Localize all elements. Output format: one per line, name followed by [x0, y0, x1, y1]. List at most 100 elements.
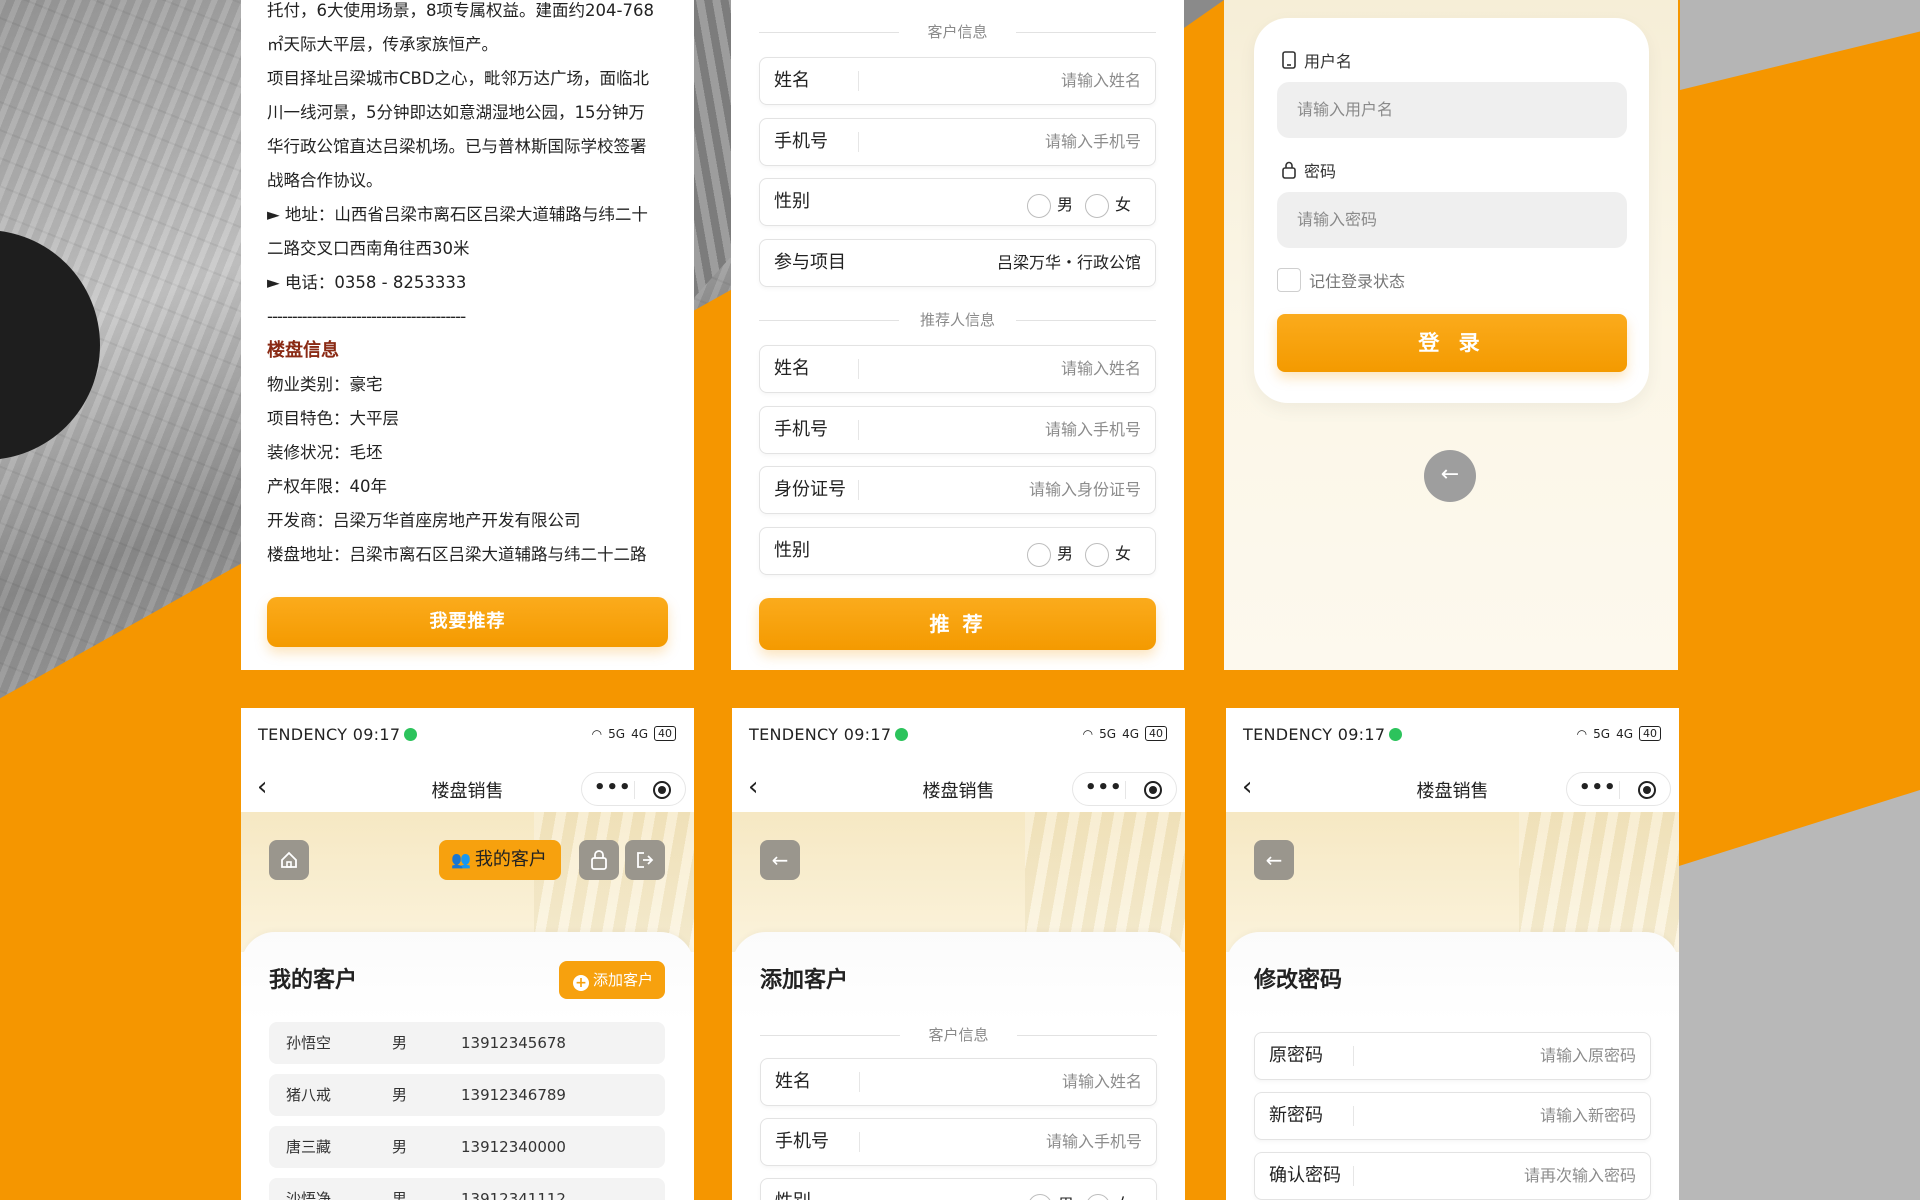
mini-program-capsule: ••• [1566, 772, 1671, 806]
logout-button[interactable] [625, 840, 665, 880]
customer-name: 沙悟净 [286, 1190, 332, 1200]
more-icon[interactable]: ••• [1579, 777, 1617, 798]
lock-icon [591, 850, 607, 870]
radio-circle-icon [1084, 193, 1109, 218]
hero-banner [1226, 812, 1679, 952]
my-customers-button[interactable]: 👥 我的客户 [439, 840, 561, 880]
phone-icon [1282, 51, 1296, 69]
confirm-password-field[interactable]: 确认密码 请再次输入密码 [1254, 1152, 1651, 1200]
more-icon[interactable]: ••• [594, 777, 632, 798]
customer-name-field[interactable]: 姓名 请输入姓名 [760, 1058, 1157, 1106]
close-target-icon[interactable] [653, 781, 671, 799]
section-title: 楼盘信息 [267, 340, 339, 361]
gender-female-radio[interactable]: 女 [1085, 1191, 1132, 1200]
change-password-button[interactable] [579, 840, 619, 880]
table-row[interactable]: 沙悟净 男 13912341112 [269, 1178, 665, 1200]
login-button[interactable]: 登 录 [1277, 314, 1627, 372]
field-placeholder: 请输入身份证号 [1028, 480, 1141, 499]
back-button[interactable]: ← [1424, 450, 1476, 502]
info-line: 物业类别：豪宅 [267, 375, 383, 394]
recommend-button[interactable]: 我要推荐 [267, 597, 668, 647]
mini-program-capsule: ••• [1072, 772, 1177, 806]
property-detail-screen: 托付，6大使用场景，8项专属权益。建面约204-768 ㎡天际大平层，传承家族恒… [241, 0, 694, 670]
info-line: 项目特色：大平层 [267, 409, 399, 428]
password-input[interactable]: 请输入密码 [1277, 192, 1627, 248]
add-customer-panel: 添加客户 客户信息 姓名 请输入姓名 手机号 请输入手机号 性别 男 女 [732, 932, 1185, 1200]
table-row[interactable]: 唐三藏 男 13912340000 [269, 1126, 665, 1168]
referrer-name-field[interactable]: 姓名 请输入姓名 [759, 345, 1156, 393]
referrer-id-field[interactable]: 身份证号 请输入身份证号 [759, 466, 1156, 514]
old-password-field[interactable]: 原密码 请输入原密码 [1254, 1032, 1651, 1080]
username-label-text: 用户名 [1304, 52, 1353, 71]
more-icon[interactable]: ••• [1085, 777, 1123, 798]
panel-title: 添加客户 [760, 968, 849, 993]
info-line: 楼盘地址：吕梁市离石区吕梁大道辅路与纬二十二路 [267, 545, 647, 564]
my-customers-screen: TENDENCY 09:17 ◠ 5G 4G 40 ‹ 楼盘销售 ••• 👥 我的… [241, 708, 694, 1200]
field-label: 确认密码 [1269, 1165, 1341, 1186]
customer-name-field[interactable]: 姓名 请输入姓名 [759, 57, 1156, 105]
back-button[interactable]: ← [760, 840, 800, 880]
status-time: 09:17 [1337, 725, 1386, 744]
radio-circle-icon [1085, 1193, 1110, 1200]
button-label: 我的客户 [474, 849, 547, 870]
recommend-form-screen: 客户信息 姓名 请输入姓名 手机号 请输入手机号 性别 男 女 参与项目 吕梁万… [731, 0, 1184, 670]
home-button[interactable] [269, 840, 309, 880]
customer-phone-field[interactable]: 手机号 请输入手机号 [760, 1118, 1157, 1166]
customer-phone: 13912346789 [461, 1086, 566, 1104]
back-button[interactable]: ← [1254, 840, 1294, 880]
customer-phone: 13912341112 [461, 1190, 566, 1200]
field-placeholder: 请输入手机号 [1044, 132, 1141, 151]
gender-male-radio[interactable]: 男 [1026, 191, 1073, 218]
chat-status-icon [404, 728, 418, 741]
panel-title: 我的客户 [269, 968, 358, 993]
field-label: 手机号 [774, 419, 828, 440]
field-placeholder: 请输入姓名 [1060, 71, 1141, 90]
article-line: 战略合作协议。 [267, 171, 383, 190]
customer-section-title: 客户信息 [760, 1024, 1157, 1045]
status-time: 09:17 [352, 725, 401, 744]
table-row[interactable]: 猪八戒 男 13912346789 [269, 1074, 665, 1116]
project-select-field[interactable]: 参与项目 吕梁万华・行政公馆 [759, 239, 1156, 287]
close-target-icon[interactable] [1638, 781, 1656, 799]
field-label: 性别 [774, 191, 810, 212]
field-divider [858, 480, 859, 500]
referrer-phone-field[interactable]: 手机号 请输入手机号 [759, 406, 1156, 454]
wifi-icon: ◠ [591, 726, 603, 741]
signal-icon: 4G [1122, 726, 1139, 741]
gender-male-radio[interactable]: 男 [1027, 1191, 1074, 1200]
gender-female-radio[interactable]: 女 [1084, 191, 1131, 218]
system-icons: ◠ 5G 4G 40 [1577, 726, 1661, 741]
customer-gender: 男 [392, 1086, 408, 1104]
field-placeholder: 请再次输入密码 [1523, 1166, 1636, 1185]
referrer-section-title: 推荐人信息 [759, 309, 1156, 330]
close-target-icon[interactable] [1144, 781, 1162, 799]
username-input[interactable]: 请输入用户名 [1277, 82, 1627, 138]
checkbox-icon [1277, 268, 1301, 292]
password-label-text: 密码 [1304, 162, 1337, 181]
submit-recommend-button[interactable]: 推 荐 [759, 598, 1156, 650]
status-brand: TENDENCY 09:17 [258, 725, 418, 744]
info-line: 开发商：吕梁万华首座房地产开发有限公司 [267, 511, 581, 530]
gender-female-radio[interactable]: 女 [1084, 540, 1131, 567]
remember-checkbox[interactable]: 记住登录状态 [1277, 268, 1405, 292]
add-customer-button[interactable]: + 添加客户 [558, 961, 665, 999]
new-password-field[interactable]: 新密码 请输入新密码 [1254, 1092, 1651, 1140]
status-time: 09:17 [843, 725, 892, 744]
radio-label: 女 [1114, 195, 1131, 214]
address-line: ► 地址：山西省吕梁市离石区吕梁大道辅路与纬二十 [267, 205, 648, 224]
signal-icon: 5G [1099, 726, 1117, 741]
info-line: 产权年限：40年 [267, 477, 387, 496]
field-label: 新密码 [1269, 1105, 1323, 1126]
nav-bar: ‹ 楼盘销售 ••• [732, 766, 1185, 812]
customer-phone-field[interactable]: 手机号 请输入手机号 [759, 118, 1156, 166]
article-line: ㎡天际大平层，传承家族恒产。 [267, 35, 498, 54]
radio-label: 男 [1058, 1195, 1074, 1200]
gender-male-radio[interactable]: 男 [1026, 540, 1073, 567]
login-card: 用户名 请输入用户名 密码 请输入密码 记住登录状态 登 录 [1254, 18, 1649, 403]
table-row[interactable]: 孙悟空 男 13912345678 [269, 1022, 665, 1064]
remember-label: 记住登录状态 [1309, 272, 1406, 291]
customer-gender: 男 [392, 1190, 408, 1200]
capsule-divider [1125, 781, 1126, 799]
field-divider [1353, 1046, 1354, 1066]
radio-circle-icon [1026, 542, 1051, 567]
